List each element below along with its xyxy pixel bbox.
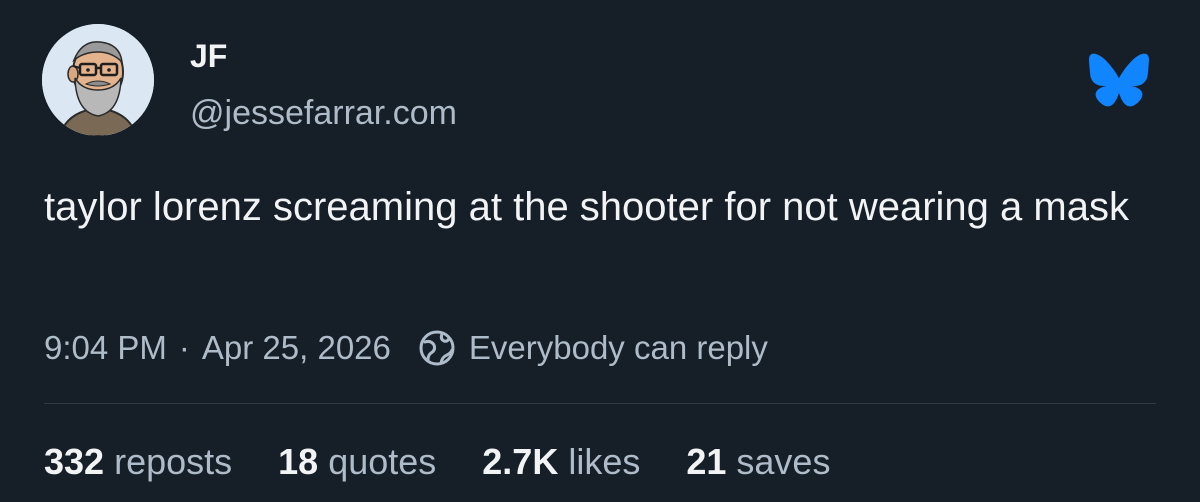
post-stats: 332 reposts 18 quotes 2.7K likes 21 saves (44, 438, 876, 486)
stat-quotes[interactable]: 18 quotes (278, 441, 436, 483)
avatar-illustration (42, 24, 154, 136)
stat-label: saves (736, 441, 831, 482)
stat-reposts[interactable]: 332 reposts (44, 441, 232, 483)
stat-count: 332 (44, 441, 105, 482)
stat-label: reposts (114, 441, 233, 482)
post-date[interactable]: Apr 25, 2026 (202, 329, 391, 367)
avatar[interactable] (42, 24, 154, 136)
post-time[interactable]: 9:04 PM (44, 329, 167, 367)
post-meta: 9:04 PM · Apr 25, 2026 Everybody can rep… (44, 326, 768, 370)
meta-separator: · (178, 329, 190, 366)
divider (44, 403, 1156, 404)
stat-count: 2.7K (482, 441, 559, 482)
stat-label: quotes (328, 441, 437, 482)
display-name[interactable]: JF (190, 36, 227, 76)
globe-icon (417, 328, 457, 368)
stat-count: 18 (278, 441, 319, 482)
post-text: taylor lorenz screaming at the shooter f… (44, 185, 1129, 229)
stat-count: 21 (686, 441, 727, 482)
post-card: JF @jessefarrar.com taylor lorenz scream… (0, 0, 1200, 502)
stat-label: likes (568, 441, 641, 482)
bluesky-butterfly-icon (1088, 52, 1150, 108)
stat-likes[interactable]: 2.7K likes (482, 441, 640, 483)
author-handle[interactable]: @jessefarrar.com (190, 92, 457, 134)
reply-setting[interactable]: Everybody can reply (469, 329, 768, 367)
stat-saves[interactable]: 21 saves (686, 441, 830, 483)
